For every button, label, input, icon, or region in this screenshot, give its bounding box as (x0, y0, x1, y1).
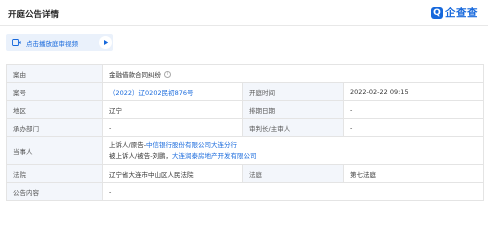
table-row-case-reason: 案由 金融借款合同纠纷 i (6, 64, 484, 83)
judge-label: 审判长/主审人 (242, 118, 344, 137)
case-reason-value: 金融借款合同纠纷 i (102, 64, 484, 83)
courtroom-value: 第七法庭 (343, 164, 484, 183)
table-row-case-no: 案号 （2022）辽0202民初876号 开庭时间 2022-02-22 09:… (6, 82, 484, 101)
region-value: 辽宁 (102, 100, 243, 119)
case-no-label: 案号 (6, 82, 103, 101)
content-label: 公告内容 (6, 182, 103, 201)
video-camera-icon (12, 39, 21, 46)
page-title: 开庭公告详情 (8, 10, 60, 20)
judge-value: - (343, 118, 484, 137)
case-no-value: （2022）辽0202民初876号 (102, 82, 243, 101)
play-video-label: 点击播放庭审视频 (26, 40, 78, 48)
court-value: 辽宁省大连市中山区人民法院 (102, 164, 243, 183)
hearing-time-value: 2022-02-22 09:15 (343, 82, 484, 101)
dept-value: - (102, 118, 243, 137)
parties-value: 上诉人/原告-中信银行股份有限公司大连分行 被上诉人/被告-刘鹏，大连润泰房地产… (102, 136, 484, 165)
defendant-line: 被上诉人/被告-刘鹏，大连润泰房地产开发有限公司 (109, 151, 257, 160)
defendant-link[interactable]: 大连润泰房地产开发有限公司 (172, 152, 257, 160)
case-no-link[interactable]: （2022）辽0202民初876号 (109, 89, 194, 97)
qcc-logo[interactable]: Q 企查查 (431, 5, 478, 20)
plaintiff-link[interactable]: 中信银行股份有限公司大连分行 (146, 141, 237, 149)
dept-label: 承办部门 (6, 118, 103, 137)
plaintiff-line: 上诉人/原告-中信银行股份有限公司大连分行 (109, 140, 238, 149)
region-label: 地区 (6, 100, 103, 119)
content-value: - (102, 182, 484, 201)
court-label: 法院 (6, 164, 103, 183)
table-row-dept: 承办部门 - 审判长/主审人 - (6, 118, 484, 137)
table-row-court: 法院 辽宁省大连市中山区人民法院 法庭 第七法庭 (6, 164, 484, 183)
logo-text: 企查查 (445, 7, 478, 19)
schedule-date-value: - (343, 100, 484, 119)
info-icon[interactable]: i (164, 71, 171, 78)
courtroom-label: 法庭 (242, 164, 344, 183)
parties-label: 当事人 (6, 136, 103, 165)
schedule-date-label: 排期日期 (242, 100, 344, 119)
logo-mark-icon: Q (431, 6, 443, 19)
hearing-time-label: 开庭时间 (242, 82, 344, 101)
detail-table: 案由 金融借款合同纠纷 i 案号 （2022）辽0202民初876号 开庭时间 2… (6, 64, 484, 201)
case-reason-label: 案由 (6, 64, 103, 83)
play-trial-video-button[interactable]: 点击播放庭审视频 (6, 34, 113, 51)
header-divider (0, 25, 488, 26)
table-row-region: 地区 辽宁 排期日期 - (6, 100, 484, 119)
table-row-parties: 当事人 上诉人/原告-中信银行股份有限公司大连分行 被上诉人/被告-刘鹏，大连润… (6, 136, 484, 165)
play-icon[interactable] (99, 36, 112, 49)
page-header: 开庭公告详情 Q 企查查 (0, 0, 488, 25)
table-row-content: 公告内容 - (6, 182, 484, 201)
